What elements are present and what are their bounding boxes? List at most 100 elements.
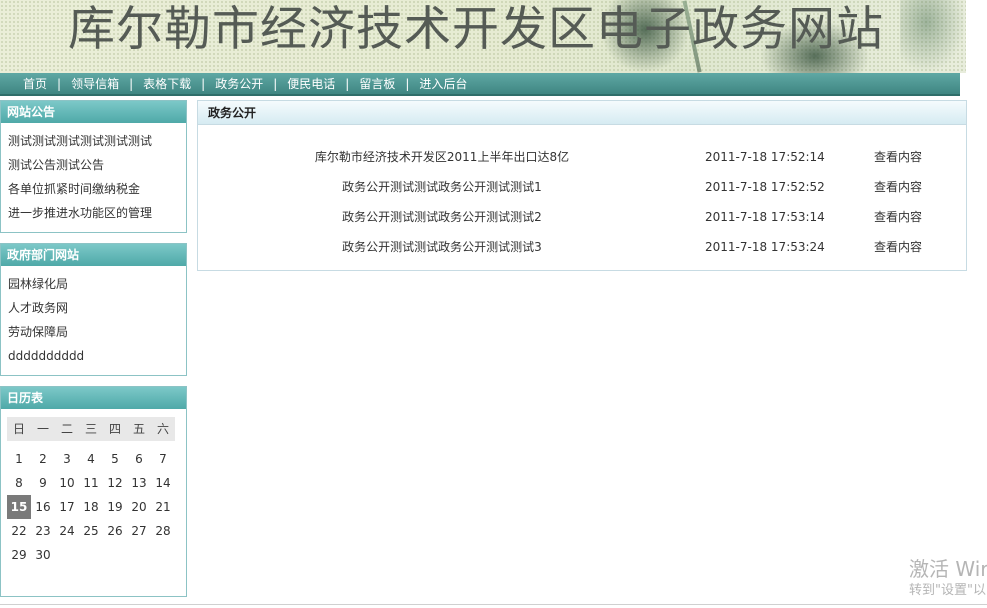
- calendar-weekday-row: 日 一 二 三 四 五 六: [7, 417, 175, 441]
- site-title: 库尔勒市经济技术开发区电子政务网站: [68, 2, 884, 57]
- nav-leader-mailbox[interactable]: 领导信箱: [61, 75, 129, 92]
- nav-form-download[interactable]: 表格下载: [133, 75, 201, 92]
- news-row: 政务公开测试测试政务公开测试测试1 2011-7-18 17:52:52 查看内…: [198, 175, 966, 205]
- calendar-day[interactable]: 11: [79, 471, 103, 495]
- calendar-day: [79, 543, 103, 567]
- calendar-day[interactable]: 3: [55, 447, 79, 471]
- news-row: 政务公开测试测试政务公开测试测试2 2011-7-18 17:53:14 查看内…: [198, 205, 966, 235]
- departments-list: 园林绿化局 人才政务网 劳动保障局 dddddddddd: [1, 266, 186, 372]
- calendar-day[interactable]: 18: [79, 495, 103, 519]
- news-date: 2011-7-18 17:53:24: [705, 240, 825, 254]
- departments-panel: 政府部门网站 园林绿化局 人才政务网 劳动保障局 dddddddddd: [0, 243, 187, 376]
- announcement-item[interactable]: 测试公告测试公告: [8, 153, 186, 177]
- nav-government-affairs[interactable]: 政务公开: [205, 75, 273, 92]
- news-title[interactable]: 政务公开测试测试政务公开测试测试2: [238, 205, 646, 230]
- calendar-day[interactable]: 16: [31, 495, 55, 519]
- watermark-line1: 激活 Wir: [909, 557, 987, 581]
- calendar-weekday: 六: [151, 417, 175, 441]
- calendar-panel: 日历表 日 一 二 三 四 五 六 1 2 3 4 5 6 7 8 9 10 11 12 13 14 15 1…: [0, 386, 187, 597]
- calendar-day: [151, 543, 175, 567]
- banner-ink-decoration: [900, 0, 966, 73]
- calendar-day: [103, 543, 127, 567]
- calendar-day[interactable]: 28: [151, 519, 175, 543]
- nav-hotline[interactable]: 便民电话: [277, 75, 345, 92]
- news-date: 2011-7-18 17:52:14: [705, 150, 825, 164]
- news-row: 库尔勒市经济技术开发区2011上半年出口达8亿 2011-7-18 17:52:…: [198, 145, 966, 175]
- nav-home[interactable]: 首页: [13, 75, 57, 92]
- calendar-day[interactable]: 5: [103, 447, 127, 471]
- news-title[interactable]: 政务公开测试测试政务公开测试测试3: [238, 235, 646, 260]
- announcements-list: 测试测试测试测试测试测试 测试公告测试公告 各单位抓紧时间缴纳税金 进一步推进水…: [1, 123, 186, 229]
- main-section-title: 政务公开: [198, 101, 966, 125]
- announcement-item[interactable]: 各单位抓紧时间缴纳税金: [8, 177, 186, 201]
- calendar-day[interactable]: 30: [31, 543, 55, 567]
- page-bottom-divider: [0, 604, 987, 605]
- department-link[interactable]: 园林绿化局: [8, 272, 186, 296]
- news-date: 2011-7-18 17:52:52: [705, 180, 825, 194]
- calendar-day[interactable]: 17: [55, 495, 79, 519]
- calendar-weekday: 五: [127, 417, 151, 441]
- announcement-item[interactable]: 测试测试测试测试测试测试: [8, 129, 186, 153]
- calendar-day[interactable]: 20: [127, 495, 151, 519]
- calendar-day[interactable]: 23: [31, 519, 55, 543]
- departments-title: 政府部门网站: [1, 244, 186, 266]
- calendar-weeks: 1 2 3 4 5 6 7 8 9 10 11 12 13 14 15 16 17 18 19 20 21 22 23 24 2…: [7, 447, 175, 567]
- calendar-day[interactable]: 4: [79, 447, 103, 471]
- calendar-weekday: 日: [7, 417, 31, 441]
- announcements-panel: 网站公告 测试测试测试测试测试测试 测试公告测试公告 各单位抓紧时间缴纳税金 进…: [0, 100, 187, 233]
- calendar-day[interactable]: 2: [31, 447, 55, 471]
- news-title[interactable]: 政务公开测试测试政务公开测试测试1: [238, 175, 646, 200]
- calendar-day[interactable]: 6: [127, 447, 151, 471]
- activation-watermark: 激活 Wir 转到"设置"以: [909, 556, 987, 600]
- main-nav: 首页 | 领导信箱 | 表格下载 | 政务公开 | 便民电话 | 留言板 | 进…: [0, 73, 960, 96]
- view-content-link[interactable]: 查看内容: [874, 235, 922, 260]
- government-affairs-box: 政务公开 库尔勒市经济技术开发区2011上半年出口达8亿 2011-7-18 1…: [197, 100, 967, 271]
- calendar-weekday: 一: [31, 417, 55, 441]
- calendar-day[interactable]: 21: [151, 495, 175, 519]
- news-list: 库尔勒市经济技术开发区2011上半年出口达8亿 2011-7-18 17:52:…: [198, 145, 966, 265]
- calendar-day[interactable]: 13: [127, 471, 151, 495]
- news-title[interactable]: 库尔勒市经济技术开发区2011上半年出口达8亿: [238, 145, 646, 170]
- calendar-day[interactable]: 1: [7, 447, 31, 471]
- calendar-day[interactable]: 8: [7, 471, 31, 495]
- nav-message-board[interactable]: 留言板: [349, 75, 405, 92]
- news-date: 2011-7-18 17:53:14: [705, 210, 825, 224]
- news-row: 政务公开测试测试政务公开测试测试3 2011-7-18 17:53:24 查看内…: [198, 235, 966, 265]
- view-content-link[interactable]: 查看内容: [874, 175, 922, 200]
- calendar-day[interactable]: 22: [7, 519, 31, 543]
- calendar-day[interactable]: 7: [151, 447, 175, 471]
- calendar-day[interactable]: 24: [55, 519, 79, 543]
- calendar-day[interactable]: 12: [103, 471, 127, 495]
- calendar-day[interactable]: 25: [79, 519, 103, 543]
- announcement-item[interactable]: 进一步推进水功能区的管理: [8, 201, 186, 225]
- watermark-line2: 转到"设置"以: [909, 583, 986, 598]
- calendar-day: [127, 543, 151, 567]
- department-link[interactable]: 人才政务网: [8, 296, 186, 320]
- calendar-title: 日历表: [1, 387, 186, 409]
- calendar-week-row: 8 9 10 11 12 13 14: [7, 471, 175, 495]
- calendar-week-row: 15 16 17 18 19 20 21: [7, 495, 175, 519]
- department-link[interactable]: 劳动保障局: [8, 320, 186, 344]
- calendar-day: [55, 543, 79, 567]
- calendar-week-row: 29 30: [7, 543, 175, 567]
- view-content-link[interactable]: 查看内容: [874, 205, 922, 230]
- calendar-day[interactable]: 10: [55, 471, 79, 495]
- calendar-day[interactable]: 26: [103, 519, 127, 543]
- calendar-weekday: 三: [79, 417, 103, 441]
- calendar-day[interactable]: 29: [7, 543, 31, 567]
- calendar-weekday: 四: [103, 417, 127, 441]
- site-banner: 库尔勒市经济技术开发区电子政务网站: [0, 0, 966, 73]
- calendar-week-row: 1234567: [7, 447, 175, 471]
- calendar-week-row: 22 23 24 25 26 27 28: [7, 519, 175, 543]
- calendar-day[interactable]: 19: [103, 495, 127, 519]
- calendar-weekday: 二: [55, 417, 79, 441]
- calendar-day[interactable]: 14: [151, 471, 175, 495]
- nav-admin-login[interactable]: 进入后台: [409, 75, 477, 92]
- calendar-grid: 日 一 二 三 四 五 六 1 2 3 4 5 6 7 8 9 10 11 12 13 14 15 16 17 1…: [7, 417, 175, 567]
- announcements-title: 网站公告: [1, 101, 186, 123]
- calendar-day[interactable]: 9: [31, 471, 55, 495]
- calendar-day-today[interactable]: 15: [7, 495, 31, 519]
- view-content-link[interactable]: 查看内容: [874, 145, 922, 170]
- calendar-day[interactable]: 27: [127, 519, 151, 543]
- department-link[interactable]: dddddddddd: [8, 344, 186, 368]
